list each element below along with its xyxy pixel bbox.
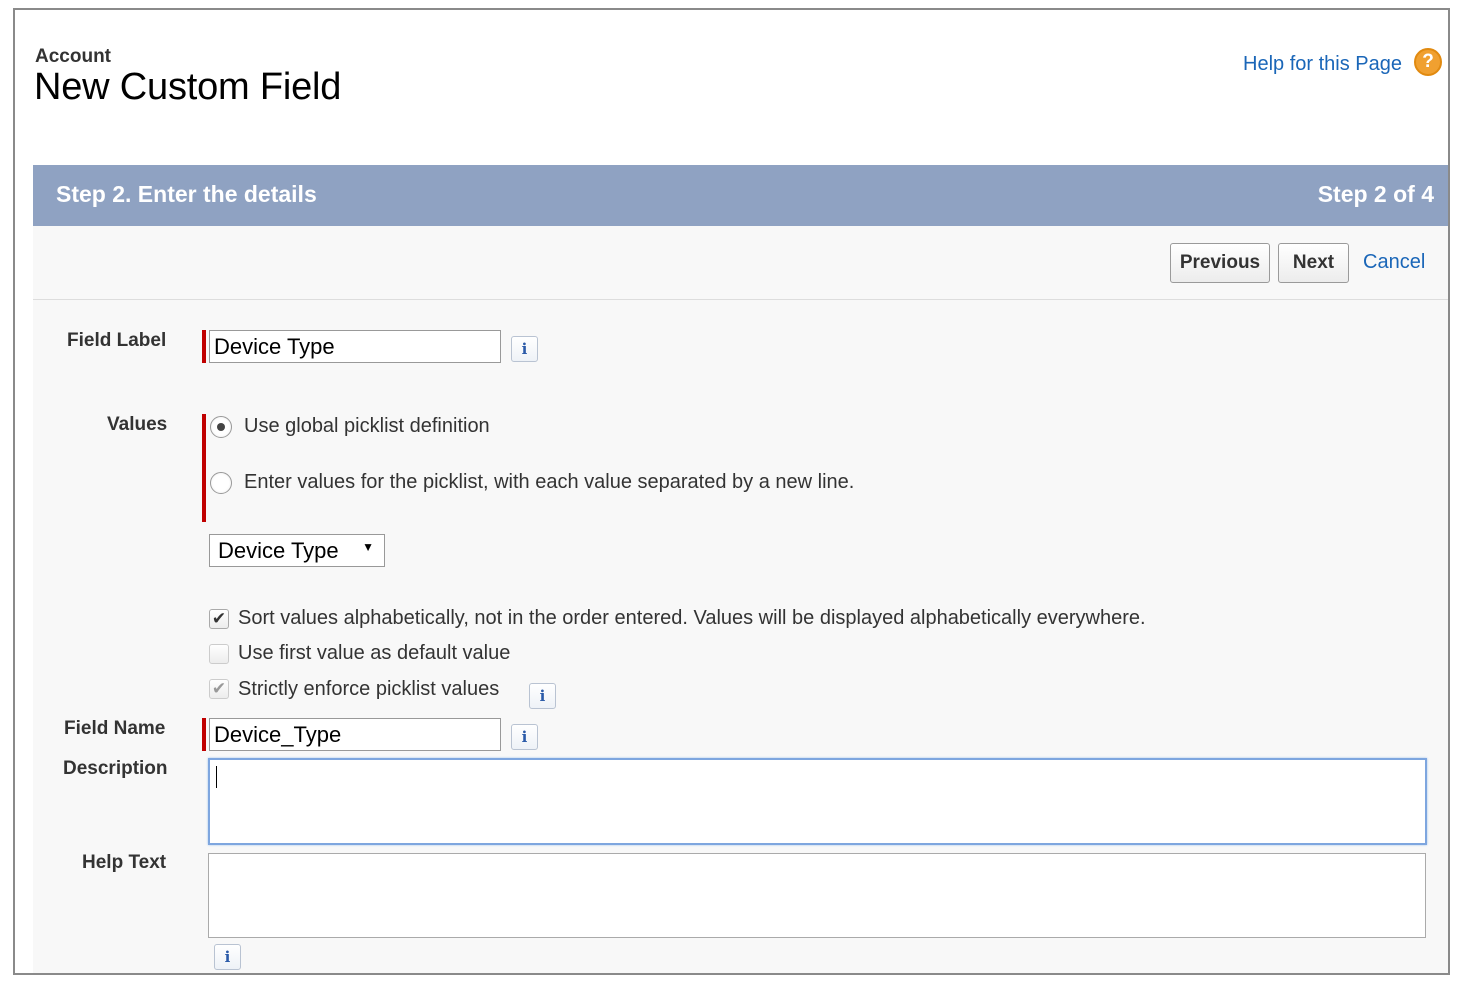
global-picklist-select-value: Device Type	[218, 537, 339, 563]
form-panel: Previous Next Cancel Field Label Device …	[33, 226, 1448, 973]
cancel-link[interactable]: Cancel	[1363, 251, 1425, 274]
sort-alphabetically-label: Sort values alphabetically, not in the o…	[238, 607, 1146, 629]
enter-values-option-label: Enter values for the picklist, with each…	[244, 471, 855, 493]
help-text-info-icon[interactable]: i	[214, 944, 241, 970]
required-indicator	[202, 718, 206, 751]
object-type-label: Account	[35, 46, 111, 67]
description-textarea[interactable]	[208, 758, 1427, 845]
field-name-info-icon[interactable]: i	[511, 724, 538, 750]
page-frame: Account New Custom Field Help for this P…	[13, 8, 1450, 975]
help-text-label: Help Text	[82, 852, 167, 873]
description-label: Description	[63, 758, 168, 779]
button-bar: Previous Next Cancel	[33, 226, 1448, 300]
strictly-enforce-checkbox: ✔	[209, 679, 229, 699]
field-label-info-icon[interactable]: i	[511, 336, 538, 362]
step-header: Step 2. Enter the details Step 2 of 4	[33, 165, 1448, 226]
first-value-default-label: Use first value as default value	[238, 642, 511, 664]
enter-values-radio[interactable]	[210, 472, 232, 494]
field-name-label: Field Name	[64, 718, 166, 739]
step-indicator: Step 2 of 4	[1317, 181, 1434, 207]
field-label-input[interactable]: Device Type	[209, 330, 501, 363]
global-picklist-select[interactable]: Device Type ▼	[209, 534, 385, 567]
field-name-input[interactable]: Device_Type	[209, 718, 501, 751]
text-cursor	[216, 766, 217, 788]
global-picklist-radio[interactable]	[210, 416, 232, 438]
values-label: Values	[107, 414, 168, 435]
step-title: Step 2. Enter the details	[56, 181, 317, 207]
page-title: New Custom Field	[34, 66, 342, 108]
sort-alphabetically-checkbox[interactable]: ✔	[209, 609, 229, 629]
previous-button[interactable]: Previous	[1170, 243, 1270, 283]
help-for-page-link[interactable]: Help for this Page	[1243, 53, 1402, 76]
required-indicator	[202, 330, 206, 363]
global-picklist-option-label: Use global picklist definition	[244, 415, 490, 437]
help-text-textarea[interactable]	[208, 853, 1426, 938]
strictly-enforce-label: Strictly enforce picklist values	[238, 678, 500, 700]
required-indicator	[202, 414, 206, 522]
dropdown-arrow-icon: ▼	[362, 540, 374, 554]
next-button[interactable]: Next	[1278, 243, 1349, 283]
field-label-label: Field Label	[67, 330, 167, 351]
help-icon[interactable]: ?	[1414, 48, 1442, 76]
first-value-default-checkbox[interactable]	[209, 644, 229, 664]
strictly-enforce-info-icon[interactable]: i	[529, 683, 556, 709]
